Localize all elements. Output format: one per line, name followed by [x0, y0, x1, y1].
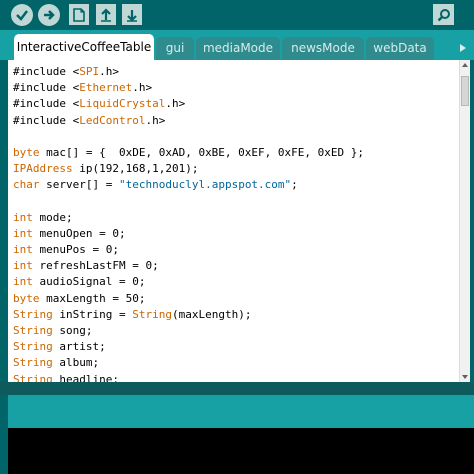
code-token: headline; — [52, 372, 119, 382]
code-line: String song; — [13, 323, 453, 339]
code-token: .h> — [145, 113, 166, 127]
code-token: ; — [291, 178, 298, 192]
code-token: #include < — [13, 65, 80, 78]
code-token: refreshLastFM = 0; — [32, 259, 159, 273]
tab-bar: InteractiveCoffeeTable gui mediaMode new… — [0, 30, 474, 60]
code-token: song; — [52, 324, 93, 337]
code-token: server[] = — [39, 178, 119, 192]
vertical-scrollbar[interactable] — [459, 60, 470, 382]
code-line: int mode; — [13, 210, 453, 226]
code-token: int — [13, 210, 33, 224]
code-line: char server[] = "technoduclyl.appspot.co… — [13, 177, 453, 193]
code-line: int refreshLastFM = 0; — [13, 258, 453, 274]
code-line: int menuPos = 0; — [13, 242, 453, 258]
code-line: String artist; — [13, 339, 453, 355]
verify-button[interactable] — [11, 4, 33, 26]
code-token: #include < — [13, 97, 80, 111]
code-line: #include <LedControl.h> — [13, 113, 453, 129]
magnifier-icon — [437, 8, 450, 21]
code-token: #include < — [13, 81, 80, 95]
code-line: #include <LiquidCrystal.h> — [13, 96, 453, 112]
editor-status-strip — [0, 382, 474, 395]
file-icon — [73, 7, 85, 22]
code-token: inString = — [52, 307, 133, 321]
toolbar — [0, 0, 474, 30]
tab-mediamode[interactable]: mediaMode — [196, 37, 280, 60]
code-token: int — [13, 275, 33, 289]
code-token: mac[] = { 0xDE, 0xAD, 0xBE, 0xEF, 0xFE, … — [39, 145, 365, 159]
code-line: int audioSignal = 0; — [13, 274, 453, 290]
code-token: "technoduclyl.appspot.com" — [118, 178, 292, 192]
code-token: SPI — [79, 65, 100, 78]
code-line: String headline; — [13, 372, 453, 382]
code-line: String album; — [13, 355, 453, 371]
code-line: int menuOpen = 0; — [13, 226, 453, 242]
code-token: char — [13, 178, 40, 192]
code-token: artist; — [52, 340, 106, 354]
scroll-up-arrow-icon[interactable] — [460, 60, 470, 70]
code-token: LiquidCrystal — [79, 97, 166, 111]
scroll-thumb[interactable] — [461, 76, 469, 106]
arrow-down-icon — [127, 9, 137, 22]
code-token: String — [13, 356, 53, 370]
code-token: IPAddress — [13, 162, 73, 176]
code-token: maxLength = 50; — [39, 291, 146, 305]
code-token: #include < — [13, 113, 80, 127]
tab-newsmode[interactable]: newsMode — [282, 37, 364, 60]
code-token: (maxLength); — [171, 307, 252, 321]
code-token: Ethernet — [79, 81, 133, 95]
code-line: byte mac[] = { 0xDE, 0xAD, 0xBE, 0xEF, 0… — [13, 145, 453, 161]
code-token: String — [13, 372, 53, 382]
code-token: int — [13, 226, 33, 240]
code-token: int — [13, 243, 33, 257]
code-token: menuPos = 0; — [32, 243, 119, 257]
console-output — [8, 428, 474, 474]
code-token: int — [13, 259, 33, 273]
code-line: #include <SPI.h> — [13, 64, 453, 80]
code-token: .h> — [165, 97, 186, 111]
scroll-down-arrow-icon[interactable] — [460, 372, 470, 382]
tab-webdata[interactable]: webData — [366, 37, 434, 60]
code-token: audioSignal = 0; — [32, 275, 146, 289]
open-button[interactable] — [96, 4, 116, 25]
arrow-right-icon — [44, 10, 55, 20]
code-token: LedControl — [79, 113, 146, 127]
code-token: String — [132, 307, 172, 321]
new-button[interactable] — [69, 4, 89, 25]
code-line: String inString = String(maxLength); — [13, 307, 453, 323]
code-token: String — [13, 340, 53, 354]
code-token: String — [13, 307, 53, 321]
code-token: ip(192,168,1,201); — [72, 162, 199, 176]
code-token: menuOpen = 0; — [32, 226, 126, 240]
tab-interactivecoffeetable[interactable]: InteractiveCoffeeTable — [14, 34, 154, 60]
code-line: IPAddress ip(192,168,1,201); — [13, 161, 453, 177]
code-token: .h> — [132, 81, 153, 95]
serial-monitor-button[interactable] — [433, 4, 454, 25]
tab-menu-arrow-icon[interactable] — [458, 42, 468, 54]
code-line: byte maxLength = 50; — [13, 291, 453, 307]
frame-left — [0, 60, 8, 474]
upload-button[interactable] — [38, 4, 60, 26]
code-token: byte — [13, 145, 40, 159]
code-token: album; — [52, 356, 100, 370]
tab-gui[interactable]: gui — [156, 37, 194, 60]
code-token: .h> — [99, 65, 119, 78]
code-token: mode; — [32, 210, 73, 224]
save-button[interactable] — [122, 4, 142, 25]
code-line: #include <Ethernet.h> — [13, 80, 453, 96]
check-icon — [16, 10, 28, 21]
arrow-up-icon — [101, 7, 111, 22]
code-token: String — [13, 324, 53, 337]
code-text[interactable]: #include <SPI.h> #include <Ethernet.h> #in… — [13, 64, 453, 382]
code-editor[interactable]: #include <SPI.h> #include <Ethernet.h> #in… — [8, 60, 470, 382]
code-token: byte — [13, 291, 40, 305]
message-bar — [8, 395, 474, 428]
